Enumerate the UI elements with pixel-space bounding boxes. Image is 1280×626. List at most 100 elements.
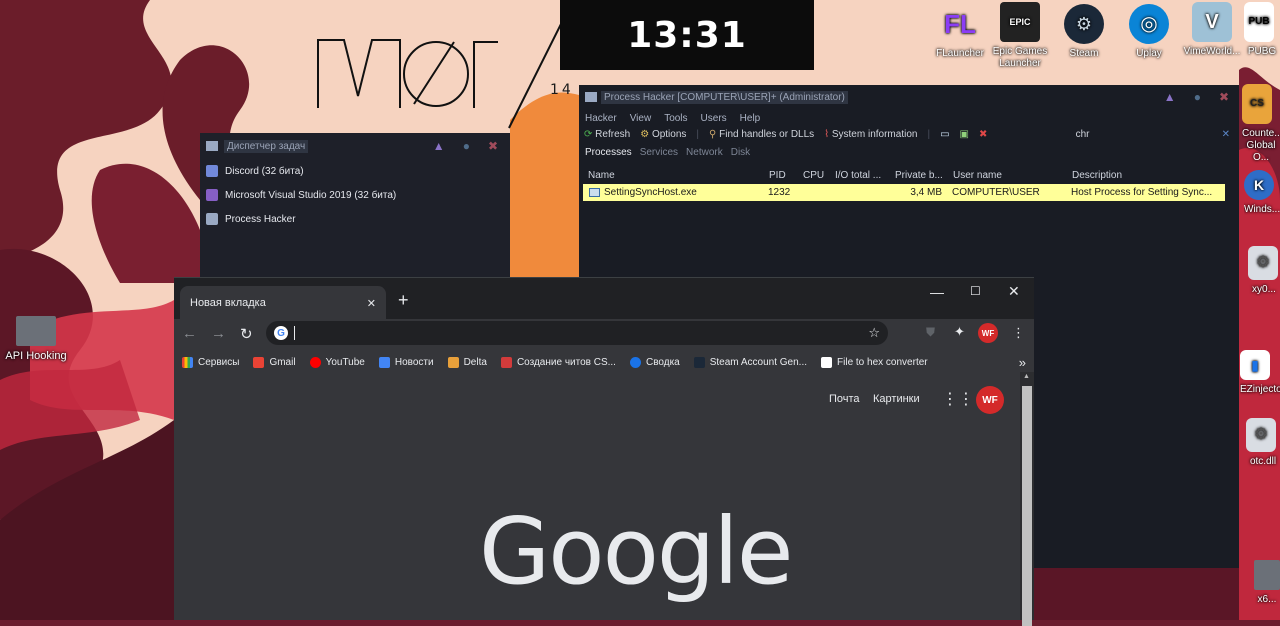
- column-private-bytes[interactable]: Private b...: [895, 170, 953, 181]
- desktop-icon-vimeworld[interactable]: V VimeWorld...: [1180, 2, 1244, 58]
- column-description[interactable]: Description: [1072, 170, 1222, 181]
- steam-icon: ⚙: [1064, 4, 1104, 44]
- desktop-icon-uplay[interactable]: ◎ Uplay: [1117, 4, 1181, 60]
- close-tab-icon[interactable]: ✕: [367, 297, 376, 310]
- bookmark-delta[interactable]: Delta: [447, 357, 487, 368]
- task-item-discord[interactable]: Discord (32 бита): [200, 159, 510, 183]
- column-name[interactable]: Name: [579, 170, 769, 181]
- desktop-icon-label: PUBG: [1247, 46, 1277, 57]
- bookmark-gmail[interactable]: Gmail: [253, 357, 296, 368]
- scrollbar[interactable]: ▲: [1020, 372, 1034, 626]
- desktop-icon-steam[interactable]: ⚙ Steam: [1052, 4, 1116, 60]
- column-cpu[interactable]: CPU: [803, 170, 835, 181]
- reload-button[interactable]: ↻: [240, 325, 253, 343]
- bookmark-file-to-hex[interactable]: File to hex converter: [821, 357, 928, 368]
- system-information-button[interactable]: ⌇ System information: [824, 129, 917, 140]
- close-button[interactable]: ✖: [1219, 90, 1229, 104]
- scroll-up-arrow[interactable]: ▲: [1023, 373, 1030, 380]
- desktop-icon-csgo[interactable]: CS Counte... Global O...: [1242, 84, 1280, 164]
- refresh-button[interactable]: ⟳ Refresh: [584, 129, 630, 140]
- gmail-link[interactable]: Почта: [829, 393, 860, 405]
- scrollbar-thumb[interactable]: [1022, 386, 1032, 626]
- address-bar[interactable]: G ☆: [266, 321, 888, 345]
- tab-processes[interactable]: Processes: [585, 147, 632, 158]
- menu-users[interactable]: Users: [701, 113, 727, 124]
- desktop-icon-flauncher[interactable]: FL FLauncher: [928, 4, 992, 60]
- mog-logo: [317, 39, 498, 108]
- binoculars-icon: ⚲: [709, 128, 717, 140]
- extensions-puzzle-icon[interactable]: ✦: [954, 324, 965, 340]
- desktop-icon-pubg[interactable]: PUB PUBG: [1244, 2, 1280, 58]
- find-handles-label: Find handles or DLLs: [719, 128, 815, 140]
- maximize-button[interactable]: ●: [1194, 90, 1201, 104]
- tab-services[interactable]: Services: [640, 147, 678, 158]
- table-row[interactable]: SettingSyncHost.exe 1232 3,4 MB COMPUTER…: [583, 184, 1225, 201]
- bookmark-services[interactable]: Сервисы: [182, 357, 239, 368]
- maximize-button[interactable]: ☐: [970, 284, 981, 298]
- clear-search-icon[interactable]: ✕: [1222, 129, 1230, 140]
- menu-tools[interactable]: Tools: [664, 113, 687, 124]
- forward-button[interactable]: →: [211, 325, 226, 342]
- visual-studio-icon: [206, 189, 218, 201]
- profile-avatar[interactable]: WF: [978, 323, 998, 343]
- menu-hacker[interactable]: Hacker: [585, 113, 617, 124]
- close-button[interactable]: ✖: [488, 139, 498, 153]
- desktop-icon-epic-games[interactable]: EPIC Epic Games Launcher: [988, 2, 1052, 70]
- find-window-icon[interactable]: ▣: [960, 129, 969, 140]
- bookmark-label: YouTube: [325, 357, 365, 368]
- desktop-icon-xy0[interactable]: ⚙ xy0...: [1248, 246, 1280, 296]
- menu-help[interactable]: Help: [740, 113, 761, 124]
- desktop-icon-label: API Hooking: [5, 350, 67, 362]
- tab-disk[interactable]: Disk: [731, 147, 750, 158]
- bookmark-steam-account-gen[interactable]: Steam Account Gen...: [693, 357, 807, 368]
- minimize-button[interactable]: ▲: [1164, 90, 1176, 104]
- images-link[interactable]: Картинки: [873, 393, 920, 405]
- desktop-icon-winds[interactable]: K Winds...: [1244, 170, 1280, 216]
- desktop-icon-ezinjector[interactable]: ▮ EZinjecto...: [1240, 350, 1280, 396]
- bookmark-cheats[interactable]: Создание читов CS...: [500, 357, 616, 368]
- bookmark-star-icon[interactable]: ☆: [868, 325, 880, 341]
- options-button[interactable]: ⚙ Options: [640, 129, 686, 140]
- exe-icon: [589, 188, 600, 197]
- desktop-icon-x6[interactable]: x6...: [1254, 560, 1280, 606]
- summary-icon: [629, 357, 641, 368]
- desktop-icon-api-hooking[interactable]: API Hooking: [4, 316, 68, 362]
- menu-view[interactable]: View: [630, 113, 652, 124]
- discord-icon: [206, 165, 218, 177]
- system-information-label: System information: [831, 128, 918, 140]
- back-button[interactable]: ←: [182, 325, 197, 342]
- extension-shield-icon[interactable]: ⛊: [926, 325, 935, 340]
- minimize-button[interactable]: —: [930, 284, 944, 300]
- account-avatar[interactable]: WF: [976, 386, 1004, 414]
- tab-new-tab[interactable]: Новая вкладка ✕: [180, 286, 386, 320]
- bookmark-youtube[interactable]: YouTube: [309, 357, 365, 368]
- menu-kebab-icon[interactable]: ⋮: [1012, 325, 1025, 341]
- tab-bar: Processes Services Network Disk: [579, 144, 1239, 160]
- minimize-button[interactable]: ▲: [433, 139, 445, 153]
- apps-grid-icon[interactable]: ⋮⋮: [942, 389, 974, 409]
- bookmark-news[interactable]: Новости: [378, 357, 434, 368]
- close-window-button[interactable]: ✕: [1008, 283, 1020, 300]
- desktop-icon-otc-dll[interactable]: ⚙ otc.dll: [1246, 418, 1280, 468]
- text-cursor: [294, 326, 295, 340]
- window-icon[interactable]: ▭: [940, 129, 949, 140]
- bookmark-summary[interactable]: Сводка: [629, 357, 680, 368]
- task-item-process-hacker[interactable]: Process Hacker: [200, 207, 510, 231]
- column-pid[interactable]: PID: [769, 170, 803, 181]
- new-tab-button[interactable]: +: [398, 290, 409, 311]
- toolbar: ⟳ Refresh ⚙ Options | ⚲ Find handles or …: [579, 124, 1239, 144]
- column-io-total[interactable]: I/O total ...: [835, 170, 895, 181]
- more-bookmarks-button[interactable]: »: [1019, 355, 1026, 370]
- csgo-icon: CS: [1242, 84, 1272, 124]
- search-input[interactable]: chr: [1076, 129, 1212, 140]
- column-user-name[interactable]: User name: [953, 170, 1072, 181]
- title-bar[interactable]: Process Hacker [COMPUTER\USER]+ (Adminis…: [579, 85, 1239, 109]
- tab-network[interactable]: Network: [686, 147, 723, 158]
- task-item-label: Microsoft Visual Studio 2019 (32 бита): [225, 189, 397, 201]
- process-user: COMPUTER\USER: [952, 187, 1040, 198]
- find-handles-button[interactable]: ⚲ Find handles or DLLs: [709, 129, 814, 140]
- terminate-icon[interactable]: ✖: [979, 129, 987, 140]
- task-item-visual-studio[interactable]: Microsoft Visual Studio 2019 (32 бита): [200, 183, 510, 207]
- title-bar[interactable]: Диспетчер задач ▲ ● ✖: [200, 133, 510, 159]
- maximize-button[interactable]: ●: [463, 139, 470, 153]
